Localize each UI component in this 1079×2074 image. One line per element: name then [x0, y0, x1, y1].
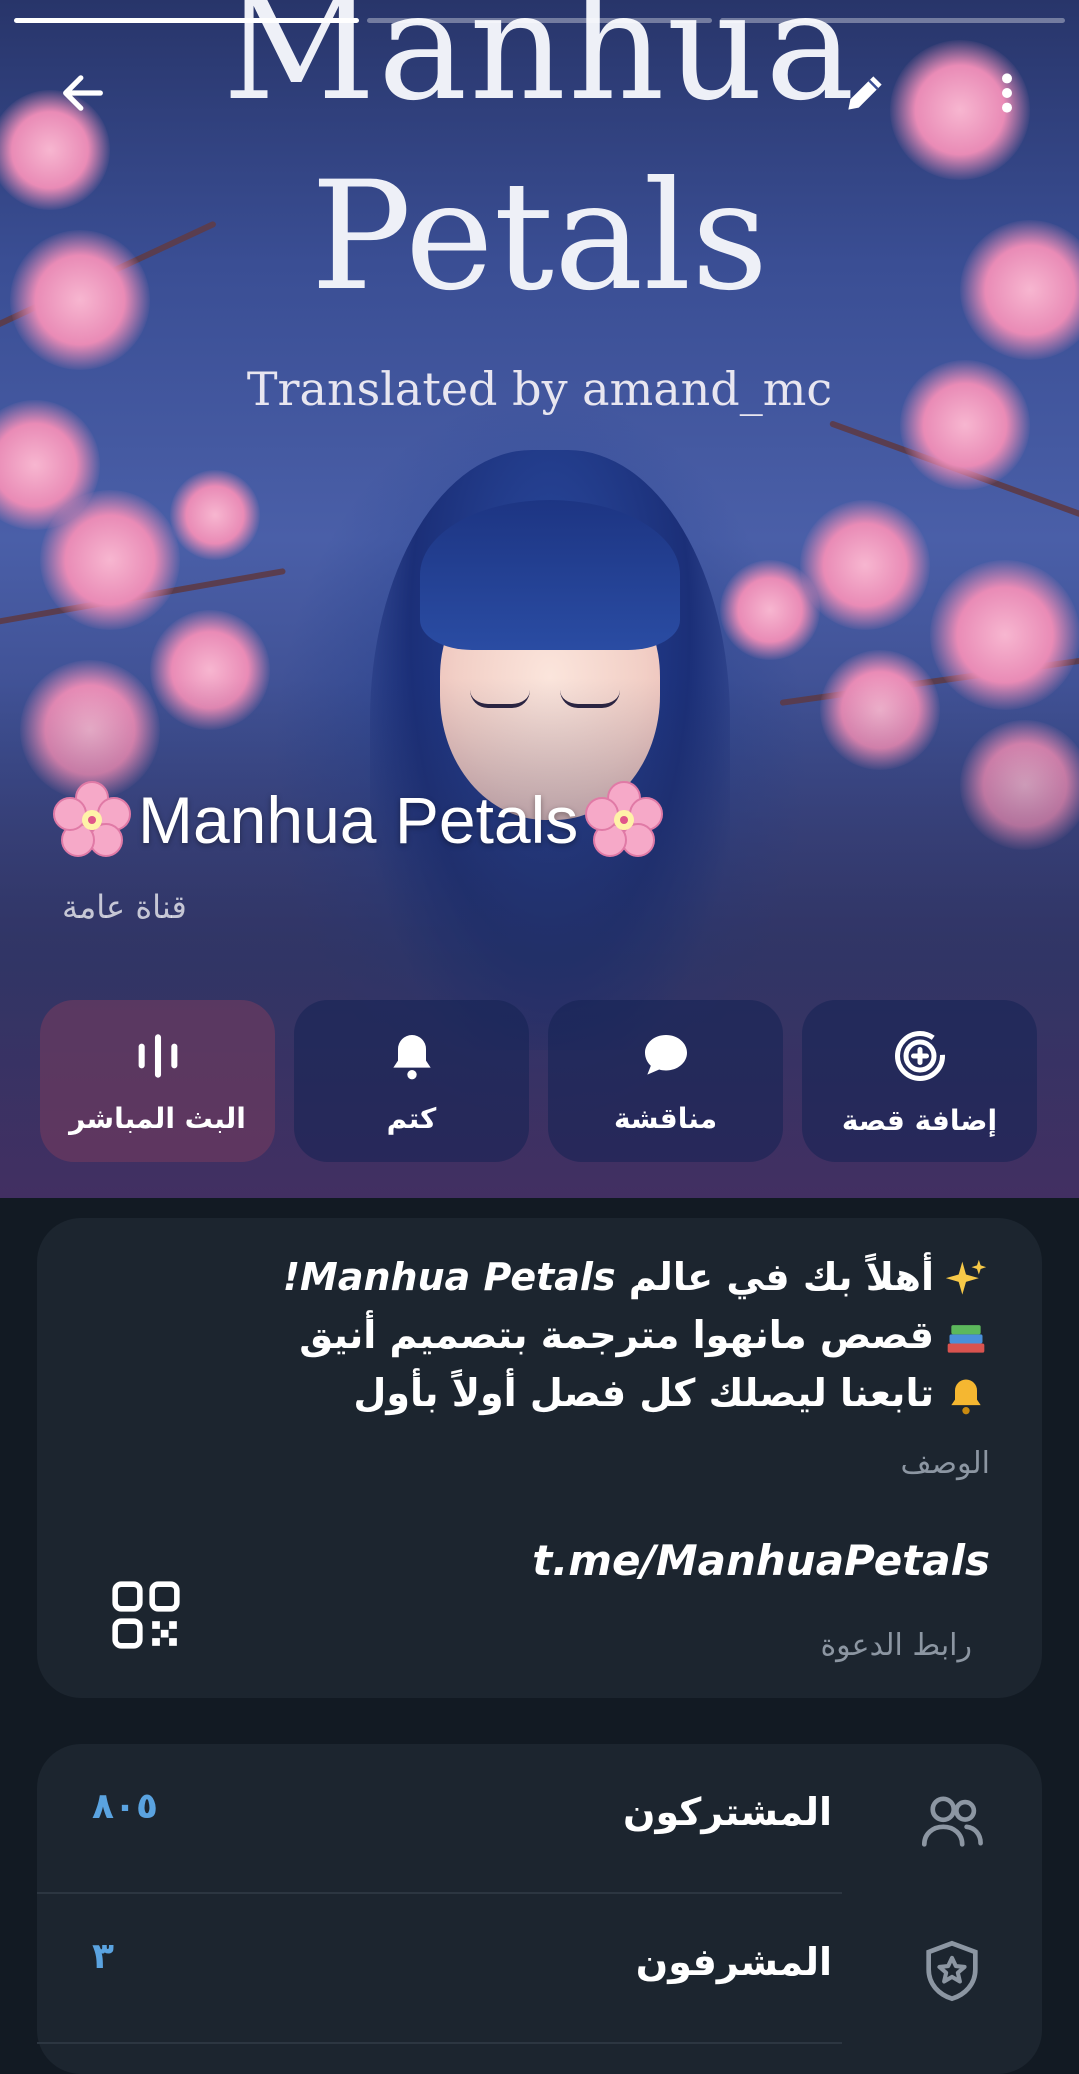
action-bar: البث المباشر كتم مناقشة إضافة قصة: [40, 1000, 1037, 1162]
live-stream-button[interactable]: البث المباشر: [40, 1000, 275, 1162]
info-card: المشتركون ٨٠٥ المشرفون ٣: [37, 1744, 1042, 2074]
arrow-left-icon: [63, 75, 103, 111]
back-button[interactable]: [48, 58, 118, 128]
bell-emoji: [951, 1379, 981, 1414]
more-button[interactable]: [972, 58, 1042, 128]
action-label: البث المباشر: [69, 1101, 246, 1135]
story-progress: [14, 18, 1065, 23]
subscribers-row[interactable]: المشتركون ٨٠٥: [37, 1744, 1042, 1894]
progress-segment: [367, 18, 712, 23]
cover-subtitle: Translated by amand_mc: [246, 362, 833, 416]
description-caption: الوصف: [900, 1446, 990, 1481]
sparkles-emoji: [945, 1259, 987, 1295]
action-label: إضافة قصة: [841, 1103, 998, 1137]
admins-count: ٣: [92, 1936, 114, 1977]
mute-button[interactable]: كتم: [294, 1000, 529, 1162]
channel-header: Manhua Petals Translated by amand_mc Man…: [0, 0, 1079, 1198]
invite-link-caption: رابط الدعوة: [820, 1628, 972, 1663]
shield-star-icon: [926, 1940, 978, 2002]
cherry-blossom-emoji: [53, 781, 131, 857]
channel-name: Manhua Petals: [52, 780, 664, 860]
progress-segment: [720, 18, 1065, 23]
admins-label: المشرفون: [635, 1940, 832, 1984]
blossom-decoration: [40, 490, 180, 630]
subscribers-count: ٨٠٥: [92, 1786, 158, 1827]
description-line: قصص مانهوا مترجمة بتصميم أنيق: [283, 1306, 990, 1364]
blossom-decoration: [720, 560, 820, 660]
description-card: أهلاً بك في عالم Manhua Petals! قصص مانه…: [37, 1218, 1042, 1698]
admins-row[interactable]: المشرفون ٣: [37, 1894, 1042, 2044]
cover-title-line2: Petals: [310, 150, 769, 324]
action-label: مناقشة: [613, 1101, 718, 1135]
people-icon: [921, 1796, 983, 1847]
description-text[interactable]: أهلاً بك في عالم Manhua Petals! قصص مانه…: [283, 1248, 990, 1422]
chat-bubble-icon: [644, 1034, 687, 1075]
bell-icon: [392, 1034, 431, 1079]
books-emoji: [947, 1324, 985, 1353]
pencil-icon: [848, 76, 882, 110]
row-divider: [37, 2042, 842, 2044]
description-line: أهلاً بك في عالم Manhua Petals!: [283, 1248, 990, 1306]
channel-type: قناة عامة: [62, 888, 187, 926]
edit-button[interactable]: [830, 58, 900, 128]
invite-link[interactable]: t.me/ManhuaPetals: [532, 1536, 990, 1585]
discussion-button[interactable]: مناقشة: [548, 1000, 783, 1162]
add-story-button[interactable]: إضافة قصة: [802, 1000, 1037, 1162]
channel-name-text: Manhua Petals: [138, 783, 579, 857]
progress-segment: [14, 18, 359, 23]
live-stream-icon: [138, 1033, 177, 1078]
qr-code-icon[interactable]: [109, 1578, 183, 1652]
subscribers-label: المشتركون: [623, 1790, 832, 1834]
cherry-blossom-emoji: [585, 781, 664, 857]
description-line: تابعنا ليصلك كل فصل أولاً بأول: [283, 1364, 990, 1422]
more-vertical-icon: [1002, 73, 1012, 113]
action-label: كتم: [386, 1101, 437, 1135]
blossom-decoration: [170, 470, 260, 560]
illustration-bangs: [420, 500, 680, 650]
add-story-icon: [894, 1030, 945, 1081]
